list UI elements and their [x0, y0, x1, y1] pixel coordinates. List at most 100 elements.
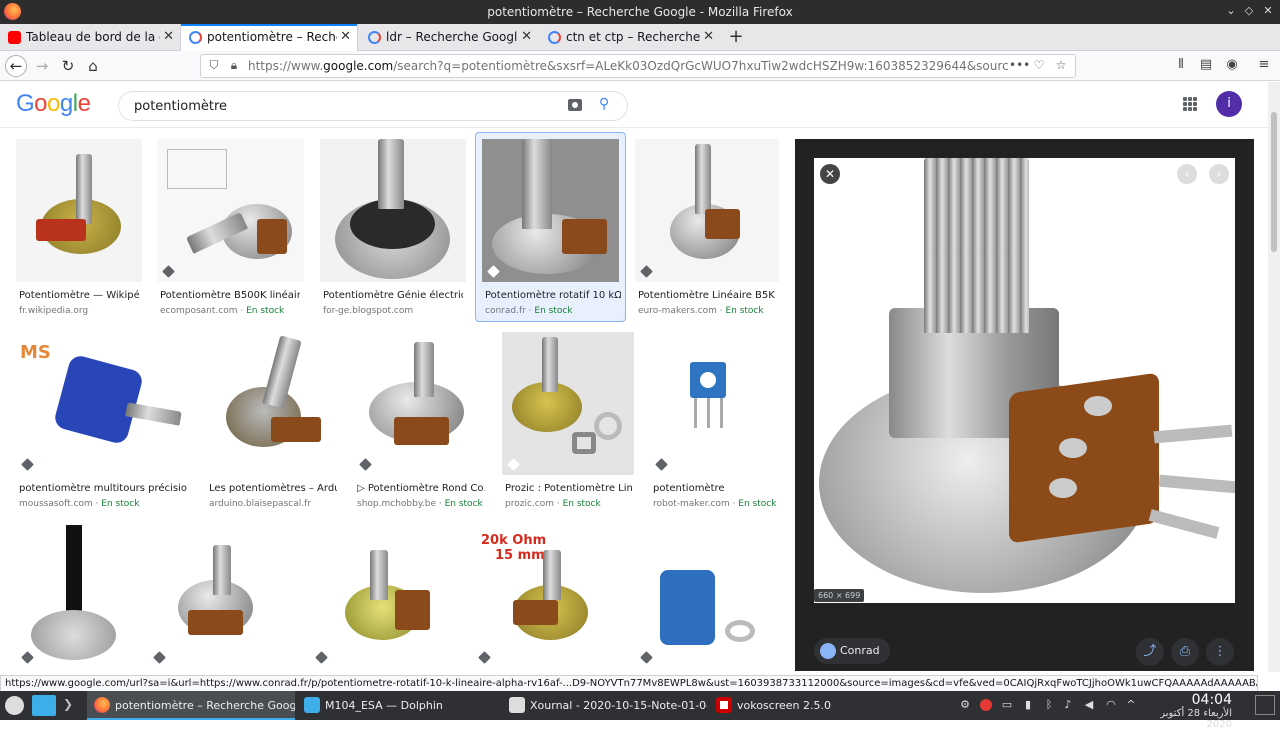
- taskbar-item-vokoscreen[interactable]: vokoscreen 2.5.0: [709, 691, 914, 720]
- new-tab-button[interactable]: +: [726, 26, 746, 47]
- start-menu-icon[interactable]: [5, 696, 24, 715]
- back-button[interactable]: ←: [5, 55, 27, 77]
- network-tray-icon[interactable]: ⚙: [958, 698, 972, 712]
- image-result[interactable]: Potentiomètre Génie électrique for-ge.bl…: [320, 139, 466, 319]
- image-result[interactable]: Les potentiomètres – Ardu… arduino.blais…: [206, 332, 338, 512]
- search-icon[interactable]: ⚲: [599, 96, 609, 112]
- url-text[interactable]: https://www.google.com/search?q=potentio…: [248, 59, 1008, 73]
- image-result-selected[interactable]: Potentiomètre rotatif 10 kΩ … conrad.fr …: [475, 132, 626, 322]
- taskbar-item-firefox[interactable]: potentiomètre – Recherche Googl…: [87, 691, 295, 720]
- image-result[interactable]: [635, 525, 779, 670]
- tab-ldr[interactable]: ldr – Recherche Google ✕: [360, 24, 538, 51]
- reload-button[interactable]: ↻: [57, 55, 79, 77]
- close-tab-icon[interactable]: ✕: [521, 29, 532, 44]
- preview-image[interactable]: [814, 158, 1235, 603]
- result-thumbnail[interactable]: [650, 332, 779, 475]
- bluetooth-tray-icon[interactable]: ᛒ: [1042, 698, 1056, 712]
- close-tab-icon[interactable]: ✕: [163, 29, 174, 44]
- result-thumbnail[interactable]: MS: [16, 332, 189, 475]
- clock[interactable]: 04:04 الأربعاء 28 أكتوبر 2020: [1136, 692, 1232, 730]
- result-thumbnail[interactable]: [310, 525, 457, 670]
- camera-icon[interactable]: [568, 99, 582, 111]
- account-icon[interactable]: ◉: [1223, 57, 1241, 75]
- taskbar-item-xournal[interactable]: Xournal - 2020-10-15-Note-01-04.xoj: [502, 691, 707, 720]
- tab-potentiometre[interactable]: potentiomètre – Recherch ✕: [180, 24, 358, 51]
- result-thumbnail[interactable]: [354, 332, 486, 475]
- image-result[interactable]: Prozic : Potentiomètre Lin… prozic.com ·…: [502, 332, 634, 512]
- image-result[interactable]: [148, 525, 293, 670]
- image-result[interactable]: Potentiomètre Linéaire B5K - … euro-make…: [635, 139, 779, 319]
- result-caption[interactable]: Potentiomètre B500K linéaire …: [160, 290, 300, 301]
- battery-tray-icon[interactable]: ▮: [1021, 698, 1035, 712]
- close-window-button[interactable]: ✕: [1261, 4, 1275, 18]
- result-thumbnail[interactable]: [320, 139, 466, 282]
- image-result[interactable]: 20k Ohm 15 mm: [473, 525, 619, 670]
- close-tab-icon[interactable]: ✕: [703, 29, 714, 44]
- peek-desktop-icon[interactable]: [1255, 695, 1275, 715]
- image-result[interactable]: [310, 525, 457, 670]
- result-thumbnail[interactable]: [635, 139, 779, 282]
- save-bookmark-button[interactable]: ⎙: [1171, 638, 1199, 666]
- terminal-icon[interactable]: ❯: [63, 697, 73, 711]
- show-desktop-icon[interactable]: [32, 695, 56, 716]
- close-preview-button[interactable]: ✕: [820, 164, 840, 184]
- sidebar-icon[interactable]: ▤: [1197, 57, 1215, 75]
- record-tray-icon[interactable]: [980, 699, 992, 711]
- next-image-button[interactable]: ›: [1209, 164, 1229, 184]
- image-result[interactable]: [16, 525, 132, 670]
- menu-icon[interactable]: ≡: [1255, 57, 1273, 75]
- minimize-button[interactable]: ⌄: [1224, 4, 1238, 18]
- bookmark-star-icon[interactable]: ☆: [1053, 58, 1069, 74]
- forward-button[interactable]: →: [31, 55, 53, 77]
- result-thumbnail[interactable]: [635, 525, 779, 670]
- share-button[interactable]: ⤴: [1136, 638, 1164, 666]
- avatar[interactable]: i: [1216, 91, 1242, 117]
- result-caption[interactable]: Les potentiomètres – Ardu…: [209, 483, 337, 494]
- search-box[interactable]: potentiomètre ⚲: [118, 91, 628, 121]
- image-result[interactable]: Potentiomètre — Wikipéd… fr.wikipedia.or…: [16, 139, 142, 319]
- result-thumbnail[interactable]: [16, 525, 132, 670]
- result-thumbnail[interactable]: [502, 332, 634, 475]
- clipboard-tray-icon[interactable]: ▭: [1000, 698, 1014, 712]
- microphone-tray-icon[interactable]: ♪: [1061, 698, 1075, 712]
- image-result[interactable]: MS potentiomètre multitours précision … …: [16, 332, 189, 512]
- result-caption[interactable]: Potentiomètre Génie électrique: [323, 290, 463, 301]
- page-actions-icon[interactable]: •••: [1009, 58, 1030, 74]
- maximize-button[interactable]: ◇: [1242, 4, 1256, 18]
- result-caption[interactable]: ▷ Potentiomètre Rond Co…: [357, 483, 485, 494]
- wifi-tray-icon[interactable]: ◠: [1104, 698, 1118, 712]
- image-result[interactable]: Potentiomètre B500K linéaire … ecomposan…: [157, 139, 304, 319]
- lock-icon[interactable]: 🔒︎: [226, 58, 242, 74]
- result-caption[interactable]: Potentiomètre Linéaire B5K - …: [638, 290, 778, 301]
- scrollbar-thumb[interactable]: [1271, 112, 1277, 252]
- result-thumbnail[interactable]: [16, 139, 142, 282]
- home-button[interactable]: ⌂: [82, 55, 104, 77]
- url-bar[interactable]: ⛉ 🔒︎ https://www.google.com/search?q=pot…: [200, 54, 1076, 78]
- result-thumbnail[interactable]: [148, 525, 293, 670]
- taskbar-item-dolphin[interactable]: M104_ESA — Dolphin: [297, 691, 500, 720]
- result-thumbnail[interactable]: 20k Ohm 15 mm: [473, 525, 619, 670]
- volume-tray-icon[interactable]: ◀: [1082, 698, 1096, 712]
- search-input[interactable]: potentiomètre: [134, 99, 227, 114]
- pocket-icon[interactable]: ♡: [1031, 58, 1047, 74]
- shield-icon[interactable]: ⛉: [206, 58, 222, 74]
- google-logo[interactable]: Google: [16, 90, 91, 118]
- result-thumbnail[interactable]: [206, 332, 338, 475]
- result-caption[interactable]: Potentiomètre — Wikipéd…: [19, 290, 139, 301]
- result-caption[interactable]: Potentiomètre rotatif 10 kΩ …: [485, 290, 621, 301]
- result-caption[interactable]: Prozic : Potentiomètre Lin…: [505, 483, 633, 494]
- apps-grid-icon[interactable]: [1183, 97, 1197, 111]
- page-scrollbar[interactable]: [1268, 82, 1280, 672]
- result-thumbnail[interactable]: [157, 139, 304, 282]
- visit-source-button[interactable]: Conrad: [814, 638, 890, 664]
- tab-ctn-ctp[interactable]: ctn et ctp – Recherche Go ✕: [540, 24, 720, 51]
- more-options-button[interactable]: ⋮: [1206, 638, 1234, 666]
- image-result[interactable]: ▷ Potentiomètre Rond Co… shop.mchobby.be…: [354, 332, 486, 512]
- previous-image-button[interactable]: ‹: [1177, 164, 1197, 184]
- result-thumbnail[interactable]: [482, 139, 619, 282]
- library-icon[interactable]: ⫴: [1172, 57, 1190, 75]
- close-tab-icon[interactable]: ✕: [340, 29, 351, 44]
- result-caption[interactable]: potentiomètre multitours précision …: [19, 483, 187, 494]
- result-caption[interactable]: potentiomètre: [653, 483, 778, 494]
- tab-youtube[interactable]: Tableau de bord de la cha ✕: [0, 24, 180, 51]
